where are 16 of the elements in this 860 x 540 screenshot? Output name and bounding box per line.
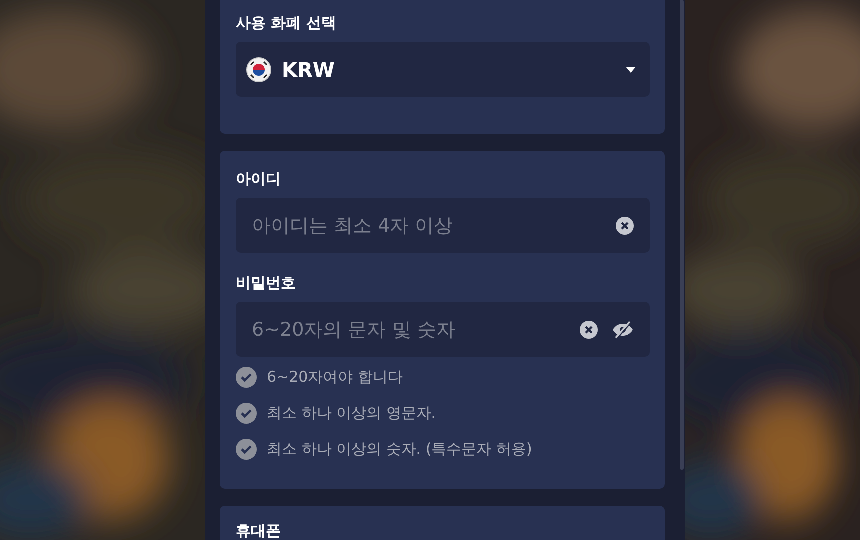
field-label: 휴대폰 — [236, 522, 282, 540]
password-rule: 최소 하나 이상의 숫자. (특수문자 허용) — [267, 440, 532, 458]
currency-select[interactable]: KRW — [236, 42, 650, 97]
clear-icon[interactable] — [580, 320, 598, 338]
field-label: 비밀번호 — [236, 274, 297, 293]
id-field[interactable]: 아이디는 최소 4자 이상 — [236, 198, 650, 253]
password-rule: 최소 하나 이상의 영문자. — [267, 404, 436, 422]
password-field[interactable]: 6~20자의 문자 및 숫자 — [236, 302, 650, 357]
field-label: 아이디 — [236, 170, 282, 189]
field-label: 사용 화폐 선택 — [236, 14, 338, 33]
scrollbar[interactable] — [680, 0, 684, 470]
caret-icon — [626, 66, 636, 72]
flag-icon — [246, 56, 272, 82]
clear-icon[interactable] — [616, 216, 634, 234]
password-rule: 6~20자여야 합니다 — [267, 368, 403, 386]
hidden-eye-icon[interactable] — [612, 320, 634, 338]
